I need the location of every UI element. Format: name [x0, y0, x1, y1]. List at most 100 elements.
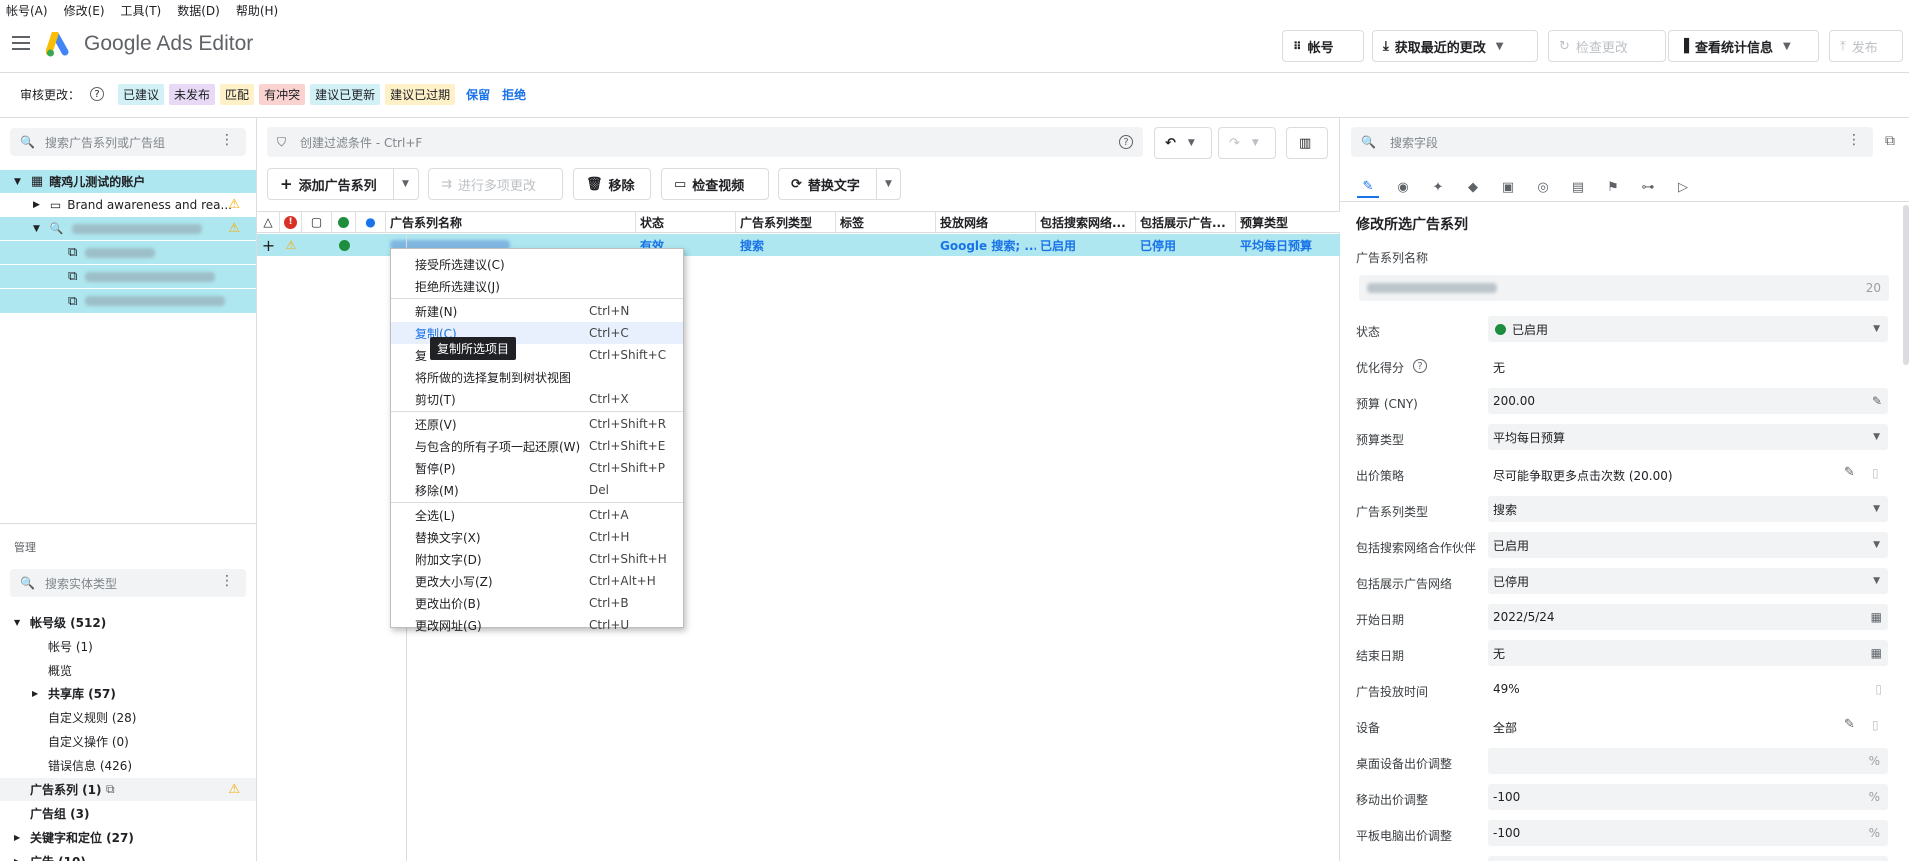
link-tab-icon[interactable]: ⊶: [1637, 176, 1659, 198]
pencil-icon[interactable]: ✎: [1844, 717, 1855, 732]
management-item[interactable]: 概览: [0, 659, 256, 682]
col-search-partners[interactable]: 包括搜索网络...: [1036, 212, 1136, 232]
chevron-down-icon[interactable]: ▼: [1873, 576, 1880, 586]
context-menu-item[interactable]: 暂停(P) Ctrl+Shift+P: [391, 457, 683, 479]
multi-edit-button[interactable]: ⇉ 进行多项更改: [428, 168, 563, 200]
tree-adgroup-1[interactable]: ⧉: [0, 241, 256, 264]
context-menu-item[interactable]: 剪切(T) Ctrl+X: [391, 388, 683, 410]
field-input[interactable]: 已启用 ▼: [1488, 316, 1888, 342]
chevron-right-icon[interactable]: ▶: [33, 200, 40, 210]
scrollbar[interactable]: [1903, 205, 1909, 365]
keep-link[interactable]: 保留: [466, 86, 490, 103]
warning-col-icon[interactable]: △: [257, 212, 280, 232]
tree-campaign-selected[interactable]: ▼ 🔍 ⚠: [0, 217, 256, 240]
tree-adgroup-2[interactable]: ⧉: [0, 265, 256, 288]
chevron-right-icon[interactable]: ▶: [14, 857, 20, 861]
campaign-search-input[interactable]: 搜索广告系列或广告组: [45, 134, 165, 151]
management-item[interactable]: 错误信息 (426): [0, 754, 256, 777]
field-input[interactable]: 无 ▦: [1488, 640, 1888, 666]
badge-suggested[interactable]: 已建议: [118, 83, 165, 105]
magic-tab-icon[interactable]: ✦: [1427, 176, 1449, 198]
card-tab-icon[interactable]: ▤: [1567, 176, 1589, 198]
filter-input[interactable]: 创建过滤条件 - Ctrl+F: [300, 134, 422, 151]
chevron-down-icon[interactable]: ▼: [1873, 540, 1880, 550]
badge-match[interactable]: 匹配: [220, 83, 255, 105]
menu-edit[interactable]: 修改(E): [64, 2, 105, 19]
context-menu-item[interactable]: 还原(V) Ctrl+Shift+R: [391, 413, 683, 435]
context-menu-item[interactable]: 新建(N) Ctrl+N: [391, 300, 683, 322]
management-item[interactable]: 自定义操作 (0): [0, 730, 256, 753]
management-item[interactable]: 广告系列 (1) ⧉ ⚠: [0, 778, 256, 801]
menu-help[interactable]: 帮助(H): [236, 2, 278, 19]
check-video-button[interactable]: ▭ 检查视频: [661, 168, 769, 200]
video-tab-icon[interactable]: ▣: [1497, 176, 1519, 198]
account-button[interactable]: ⠿ 帐号: [1282, 30, 1364, 62]
field-input[interactable]: 49% ▯: [1488, 676, 1888, 702]
field-search[interactable]: 🔍 搜索字段 ⋮: [1351, 127, 1873, 157]
chevron-down-icon[interactable]: ▼: [1873, 432, 1880, 442]
col-labels[interactable]: 标签: [836, 212, 936, 232]
expand-icon[interactable]: +: [257, 234, 280, 256]
replace-text-dropdown[interactable]: ▼: [876, 168, 901, 200]
context-menu-item[interactable]: 拒绝所选建议(J): [391, 275, 683, 297]
chevron-down-icon[interactable]: ▼: [1873, 504, 1880, 514]
context-menu-item[interactable]: 更改出价(B) Ctrl+B: [391, 592, 683, 614]
context-menu-item[interactable]: 全选(L) Ctrl+A: [391, 504, 683, 526]
hamburger-menu-icon[interactable]: [12, 36, 30, 50]
context-menu-item[interactable]: 移除(M) Del: [391, 479, 683, 501]
chevron-down-icon[interactable]: ▼: [33, 224, 40, 234]
badge-conflict[interactable]: 有冲突: [259, 83, 306, 105]
filter-bar[interactable]: ⛉ 创建过滤条件 - Ctrl+F ?: [267, 127, 1143, 157]
status-col-icon[interactable]: [332, 212, 356, 232]
open-editor-icon[interactable]: ⧉: [106, 782, 115, 797]
badge-suggestion-updated[interactable]: 建议已更新: [310, 83, 381, 105]
menu-tools[interactable]: 工具(T): [121, 2, 162, 19]
tag-tab-icon[interactable]: ◆: [1462, 176, 1484, 198]
open-external-icon[interactable]: ⧉: [1885, 133, 1895, 149]
suggestion-col-icon[interactable]: ●: [356, 212, 386, 232]
badge-unpublished[interactable]: 未发布: [169, 83, 216, 105]
badge-suggestion-expired[interactable]: 建议已过期: [385, 83, 456, 105]
clipboard-icon[interactable]: ▯: [1872, 718, 1879, 732]
publish-button[interactable]: ⤒ 发布: [1829, 30, 1903, 62]
pencil-icon[interactable]: ✎: [1844, 465, 1855, 480]
management-item[interactable]: 帐号 (1): [0, 635, 256, 658]
col-campaign-name[interactable]: 广告系列名称: [386, 212, 636, 232]
help-icon[interactable]: ?: [1413, 359, 1427, 373]
field-input[interactable]: %: [1488, 748, 1888, 774]
col-campaign-type[interactable]: 广告系列类型: [736, 212, 836, 232]
more-icon[interactable]: ⋮: [220, 574, 234, 588]
field-input[interactable]: -100%: [1488, 784, 1888, 810]
context-menu-item[interactable]: 更改大小写(Z) Ctrl+Alt+H: [391, 570, 683, 592]
label-tab-icon[interactable]: ▷: [1672, 176, 1694, 198]
tree-account[interactable]: ▼ ▦ 瞎鸡儿测试的账户: [0, 170, 256, 193]
add-campaign-dropdown[interactable]: ▼: [393, 168, 419, 200]
help-icon[interactable]: ?: [1119, 135, 1133, 149]
management-item[interactable]: ▶ 关键字和定位 (27): [0, 826, 256, 849]
col-budget-type[interactable]: 预算类型: [1236, 212, 1340, 232]
menu-account[interactable]: 帐号(A): [6, 2, 48, 19]
pencil-icon[interactable]: ✎: [1872, 394, 1882, 408]
chevron-down-icon[interactable]: ▼: [1252, 138, 1259, 148]
tree-campaign-brand[interactable]: ▶ ▭ Brand awareness and rea... ⚠: [0, 193, 256, 216]
management-item[interactable]: 广告组 (3): [0, 802, 256, 825]
menu-data[interactable]: 数据(D): [177, 2, 220, 19]
target-tab-icon[interactable]: ◎: [1532, 176, 1554, 198]
redo-button[interactable]: ↷ ▼: [1218, 127, 1276, 159]
calendar-icon[interactable]: ▦: [1871, 610, 1882, 624]
field-input[interactable]: -100%: [1488, 820, 1888, 846]
field-input[interactable]: 平均每日预算 ▼: [1488, 424, 1888, 450]
preview-tab-icon[interactable]: ◉: [1392, 176, 1414, 198]
chevron-down-icon[interactable]: ▼: [14, 618, 20, 627]
field-search-input[interactable]: 搜索字段: [1390, 134, 1438, 151]
calendar-icon[interactable]: ▦: [1871, 646, 1882, 660]
context-menu-item[interactable]: 接受所选建议(C): [391, 253, 683, 275]
campaign-search[interactable]: 🔍 搜索广告系列或广告组 ⋮: [10, 128, 246, 156]
field-input[interactable]: 搜索 ▼: [1488, 496, 1888, 522]
field-input[interactable]: %: [1488, 856, 1888, 861]
col-display-network[interactable]: 包括展示广告...: [1136, 212, 1236, 232]
error-col-icon[interactable]: !: [280, 212, 302, 232]
col-status[interactable]: 状态: [636, 212, 736, 232]
context-menu-item[interactable]: 与包含的所有子项一起还原(W) Ctrl+Shift+E: [391, 435, 683, 457]
management-item[interactable]: ▶ 共享库 (57): [0, 682, 256, 705]
